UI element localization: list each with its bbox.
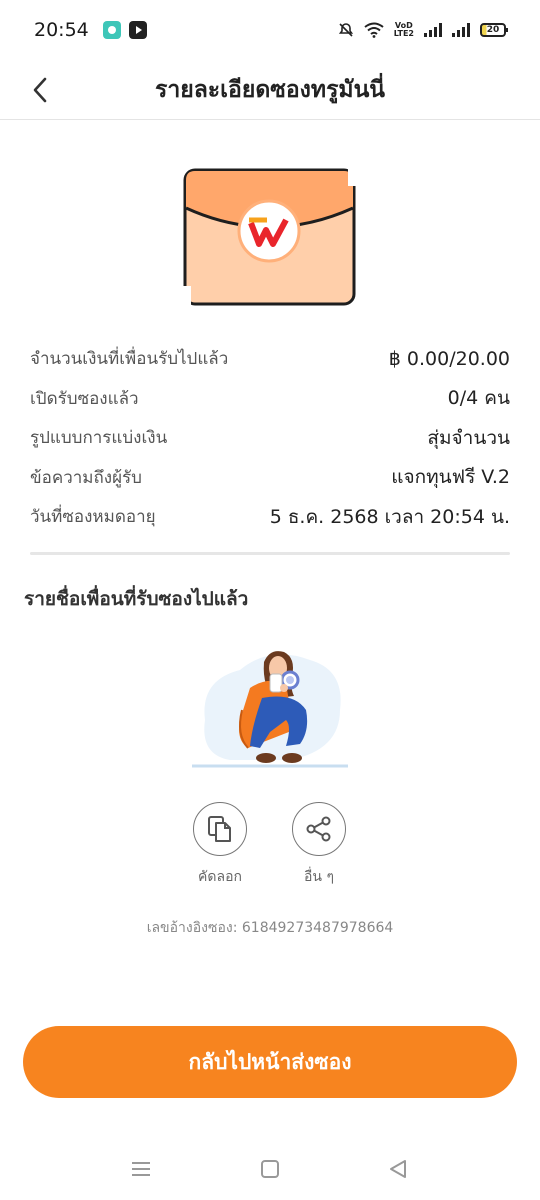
detail-value: 0/4 คน bbox=[447, 387, 510, 410]
back-button[interactable] bbox=[26, 70, 54, 110]
volte-label: VoD LTE2 bbox=[393, 21, 414, 38]
detail-label: จำนวนเงินที่เพื่อนรับไปแล้ว bbox=[30, 349, 229, 370]
copy-circle[interactable] bbox=[193, 802, 247, 856]
copy-label: คัดลอก bbox=[198, 869, 242, 885]
recents-button[interactable] bbox=[121, 1154, 161, 1184]
signal-1-icon bbox=[424, 23, 442, 37]
detail-row-amount: จำนวนเงินที่เพื่อนรับไปแล้ว ฿ 0.00/20.00 bbox=[30, 339, 510, 379]
detail-row-expiry: วันที่ซองหมดอายุ 5 ธ.ค. 2568 เวลา 20:54 … bbox=[30, 497, 510, 537]
copy-button[interactable]: คัดลอก bbox=[180, 802, 260, 888]
share-icon bbox=[306, 816, 331, 842]
empty-state-illustration bbox=[190, 640, 350, 772]
signal-2-icon bbox=[452, 23, 470, 37]
back-to-send-button[interactable]: กลับไปหน้าส่งซอง bbox=[23, 1026, 517, 1098]
detail-label: ข้อความถึงผู้รับ bbox=[30, 467, 142, 488]
video-app-icon bbox=[128, 21, 147, 39]
detail-value: สุ่มจำนวน bbox=[427, 426, 510, 449]
divider bbox=[30, 552, 510, 555]
back-nav-button[interactable] bbox=[378, 1154, 418, 1184]
header: รายละเอียดซองทรูมันนี่ bbox=[0, 60, 540, 120]
mute-bell-icon bbox=[338, 23, 353, 37]
detail-label: เปิดรับซองแล้ว bbox=[30, 388, 139, 409]
wifi-icon bbox=[364, 22, 384, 38]
home-square-icon bbox=[261, 1160, 279, 1178]
screen: 20:54 VoD LTE2 20 รายละเอียดซองทรูมันนี่… bbox=[0, 0, 540, 1200]
detail-row-message: ข้อความถึงผู้รับ แจกทุนฟรี V.2 bbox=[30, 458, 510, 498]
battery-icon: 20 bbox=[480, 23, 508, 37]
details-list: จำนวนเงินที่เพื่อนรับไปแล้ว ฿ 0.00/20.00… bbox=[30, 339, 510, 537]
status-icons: VoD LTE2 20 bbox=[338, 21, 508, 38]
reference-number: เลขอ้างอิงซอง: 61849273487978664 bbox=[146, 920, 394, 936]
system-nav-bar bbox=[0, 1140, 540, 1200]
chat-app-icon bbox=[102, 21, 121, 39]
envelope-image bbox=[183, 168, 356, 306]
share-button[interactable]: อื่น ๆ bbox=[279, 802, 359, 888]
recipients-title: รายชื่อเพื่อนที่รับซองไปแล้ว bbox=[24, 588, 249, 610]
back-triangle-icon bbox=[390, 1160, 406, 1178]
detail-value: ฿ 0.00/20.00 bbox=[388, 347, 510, 370]
detail-row-opened: เปิดรับซองแล้ว 0/4 คน bbox=[30, 379, 510, 419]
share-label: อื่น ๆ bbox=[304, 869, 334, 885]
copy-icon bbox=[208, 816, 231, 842]
menu-icon bbox=[132, 1162, 150, 1176]
home-button[interactable] bbox=[250, 1154, 290, 1184]
detail-label: วันที่ซองหมดอายุ bbox=[30, 507, 156, 528]
detail-label: รูปแบบการแบ่งเงิน bbox=[30, 428, 168, 449]
page-title: รายละเอียดซองทรูมันนี่ bbox=[154, 76, 386, 103]
chevron-left-icon bbox=[33, 77, 47, 103]
share-circle[interactable] bbox=[292, 802, 346, 856]
detail-value: แจกทุนฟรี V.2 bbox=[391, 466, 510, 489]
detail-row-split-type: รูปแบบการแบ่งเงิน สุ่มจำนวน bbox=[30, 418, 510, 458]
detail-value: 5 ธ.ค. 2568 เวลา 20:54 น. bbox=[269, 505, 510, 528]
status-time: 20:54 bbox=[34, 19, 89, 41]
status-bar: 20:54 VoD LTE2 20 bbox=[0, 0, 540, 60]
